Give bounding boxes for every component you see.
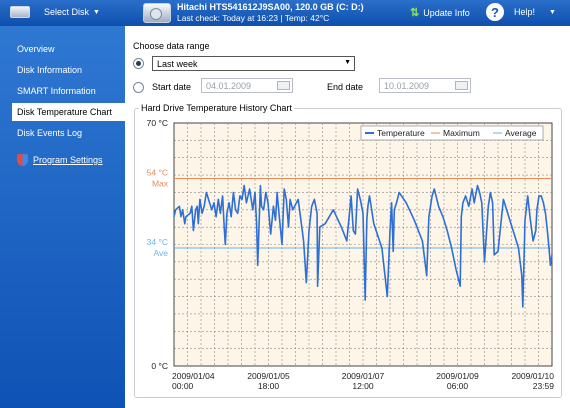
x-tick-label: 2009/01/04 xyxy=(172,371,215,381)
main-panel: Choose data range Last week ▼ Start date… xyxy=(125,26,570,408)
temperature-chart: 70 °C 0 °C 54 °CMax 34 °CAve 2009/01/0400:00… xyxy=(147,118,555,391)
hard-drive-icon xyxy=(143,3,171,23)
sidebar-item-label: Disk Information xyxy=(17,65,83,75)
sidebar-item-label: Disk Temperature Chart xyxy=(17,107,112,117)
chevron-down-icon: ▼ xyxy=(93,8,100,16)
select-disk-label: Select Disk xyxy=(44,7,90,17)
x-tick-label: 06:00 xyxy=(447,381,469,391)
maximum-label: Max xyxy=(152,179,169,189)
sidebar-item-disk-information[interactable]: Disk Information xyxy=(12,61,125,79)
x-tick-label: 23:59 xyxy=(533,381,555,391)
sidebar-item-disk-temperature-chart[interactable]: Disk Temperature Chart xyxy=(12,103,125,121)
maximum-value-label: 54 °C xyxy=(147,168,168,178)
update-info-button[interactable]: ⇅ Update Info xyxy=(410,6,470,19)
refresh-icon: ⇅ xyxy=(410,7,420,19)
help-label: Help! xyxy=(514,7,536,17)
help-button[interactable]: ? Help! ▼ xyxy=(486,3,556,21)
x-tick-label: 2009/01/10 xyxy=(511,371,554,381)
chevron-down-icon: ▼ xyxy=(549,8,556,16)
average-value-label: 34 °C xyxy=(147,237,168,247)
sidebar: Overview Disk Information SMART Informat… xyxy=(0,26,125,408)
help-icon: ? xyxy=(486,3,504,21)
sidebar-item-overview[interactable]: Overview xyxy=(12,40,125,58)
disk-title: Hitachi HTS541612J9SA00, 120.0 GB (C: D:… xyxy=(177,2,364,12)
y-tick-label: 0 °C xyxy=(151,361,168,371)
x-tick-label: 2009/01/07 xyxy=(342,371,385,381)
shield-icon xyxy=(17,154,28,166)
sidebar-item-label: Overview xyxy=(17,44,55,54)
x-tick-label: 00:00 xyxy=(172,381,194,391)
sidebar-item-label: Disk Events Log xyxy=(17,128,83,138)
x-tick-label: 2009/01/05 xyxy=(247,371,290,381)
legend-label: Maximum xyxy=(443,128,480,138)
sidebar-item-label: SMART Information xyxy=(17,86,96,96)
x-tick-label: 12:00 xyxy=(352,381,374,391)
legend-label: Average xyxy=(505,128,537,138)
update-info-label: Update Info xyxy=(423,7,470,18)
sidebar-item-label: Program Settings xyxy=(33,155,103,165)
disk-status: Last check: Today at 16:23 | Temp: 42°C xyxy=(177,13,330,23)
legend-label: Temperature xyxy=(377,128,425,138)
sidebar-item-program-settings[interactable]: Program Settings xyxy=(12,151,125,169)
x-tick-label: 2009/01/09 xyxy=(436,371,479,381)
y-tick-label: 70 °C xyxy=(147,118,168,128)
disk-icon xyxy=(10,6,30,18)
average-label: Ave xyxy=(154,248,169,258)
x-tick-label: 18:00 xyxy=(258,381,280,391)
select-disk-button[interactable]: Select Disk ▼ xyxy=(10,6,100,18)
top-bar: Select Disk ▼ Hitachi HTS541612J9SA00, 1… xyxy=(0,0,570,26)
sidebar-item-smart-information[interactable]: SMART Information xyxy=(12,82,125,100)
sidebar-item-disk-events-log[interactable]: Disk Events Log xyxy=(12,124,125,142)
